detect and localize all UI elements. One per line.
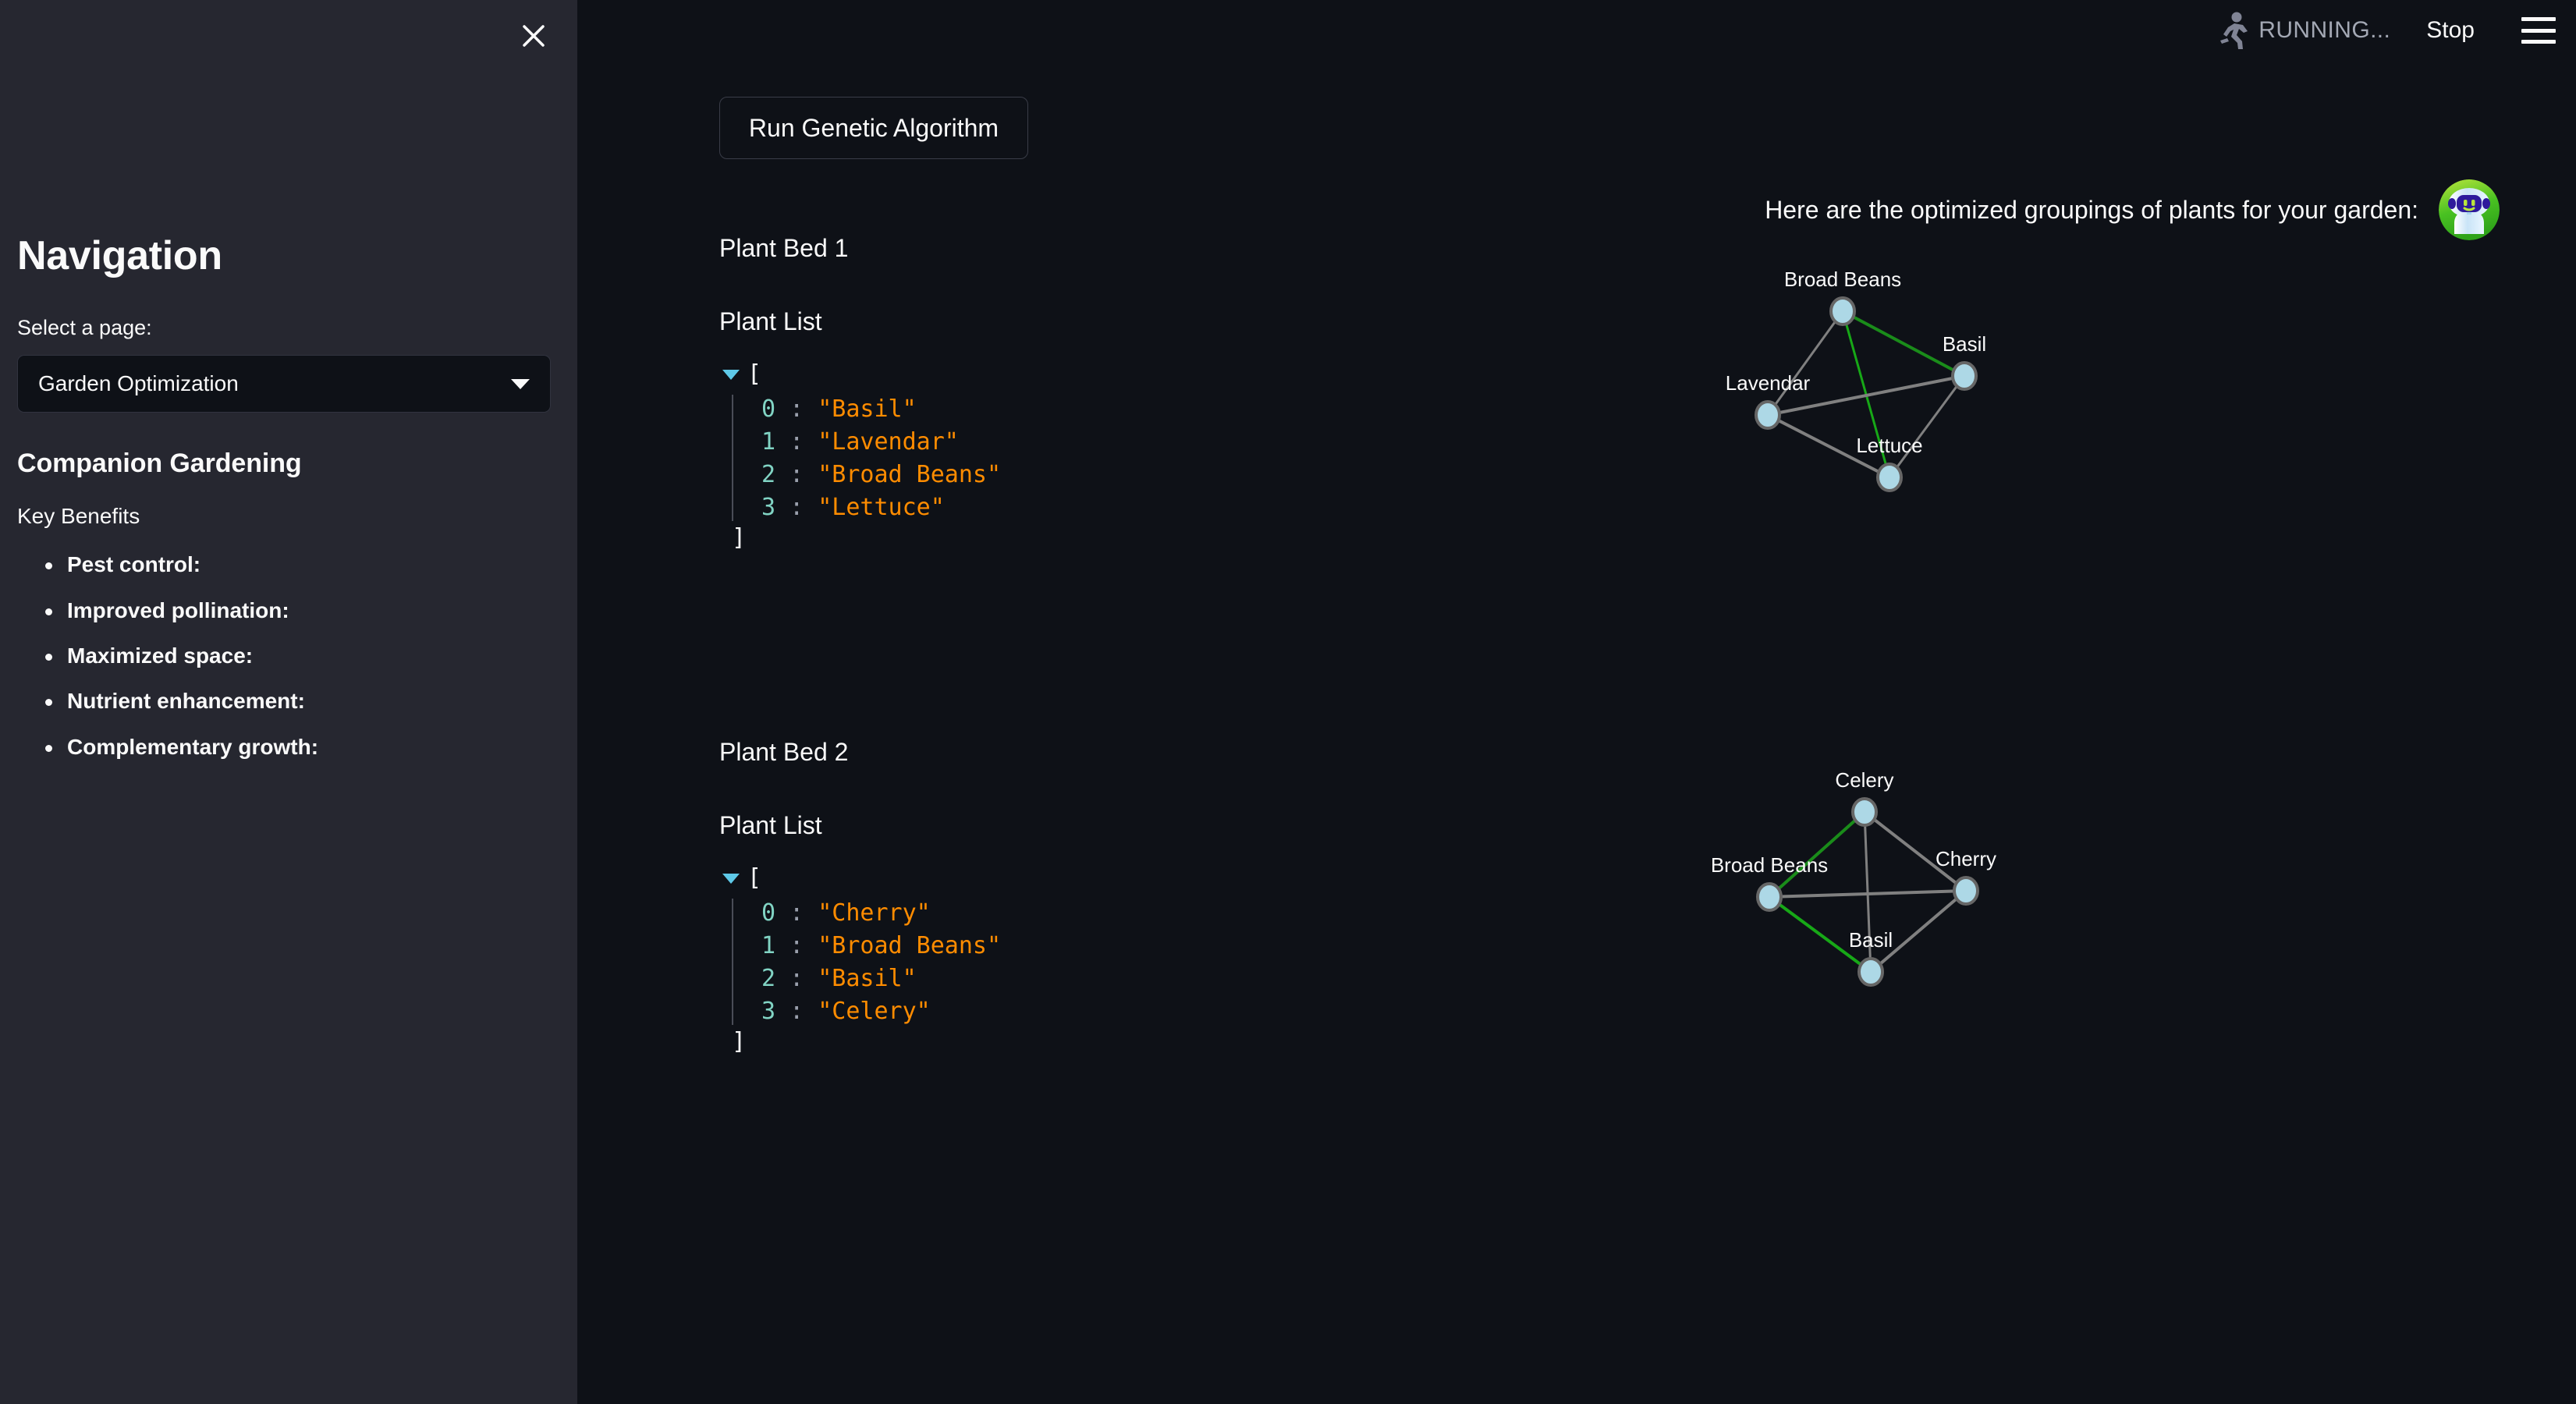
plant-bed-section: Plant Bed 1 Plant List[0 : "Basil" 1 : "La… [577, 234, 2576, 733]
json-root-row: [ [722, 360, 1001, 393]
plant-list-title: Plant List [719, 811, 822, 839]
graph-node-label: Lettuce [1856, 434, 1922, 457]
key-benefits-heading: Key Benefits [17, 504, 140, 529]
json-open-bracket: [ [747, 360, 762, 388]
json-colon: : [775, 395, 818, 423]
json-entry-value: "Basil" [818, 395, 917, 423]
graph-edge [1766, 310, 1844, 416]
json-entries: 0 : "Cherry" 1 : "Broad Beans" 2 : "Basil"… [732, 897, 1001, 1028]
json-entry-index: 3 [761, 998, 776, 1025]
benefit-item: Complementary growth: [17, 733, 560, 761]
graph-edge [1888, 375, 1966, 478]
main-content: Run Genetic Algorithm Here are the optim… [577, 0, 2576, 1404]
json-entry-value: "Broad Beans" [818, 932, 1002, 959]
json-entry-index: 0 [761, 899, 776, 927]
json-entry-row: 0 : "Basil" [761, 393, 1001, 426]
json-entry-value: "Broad Beans" [818, 461, 1002, 488]
json-entries: 0 : "Basil" 1 : "Lavendar" 2 : "Broad Bean… [732, 393, 1001, 524]
json-entry-index: 3 [761, 494, 776, 521]
graph-node-label: Basil [1849, 928, 1893, 952]
sidebar: Navigation Select a page: Garden Optimiz… [0, 0, 577, 1404]
json-colon: : [775, 899, 818, 927]
graph-node[interactable] [1756, 882, 1783, 912]
graph-node[interactable] [1829, 296, 1856, 326]
companion-gardening-heading: Companion Gardening [17, 448, 302, 479]
key-benefits-list: Pest control: Improved pollination: Maximi… [17, 551, 560, 761]
graph-node-label: Basil [1943, 332, 1986, 356]
json-close-bracket: ] [732, 1028, 747, 1055]
plant-bed-title: Plant Bed 1 [719, 234, 849, 262]
json-root-row: [ [722, 864, 1001, 897]
json-entry-value: "Cherry" [818, 899, 931, 927]
collapse-triangle-icon[interactable] [722, 874, 740, 884]
json-close-bracket: ] [732, 524, 747, 551]
run-genetic-algorithm-button[interactable]: Run Genetic Algorithm [719, 97, 1028, 159]
json-entry-value: "Lettuce" [818, 494, 945, 521]
page-select-value: Garden Optimization [38, 371, 239, 396]
json-entry-row: 2 : "Basil" [761, 963, 1001, 995]
graph-node[interactable] [1851, 797, 1878, 827]
json-entry-row: 3 : "Celery" [761, 995, 1001, 1028]
page-select-dropdown[interactable]: Garden Optimization [17, 355, 551, 413]
json-entry-row: 0 : "Cherry" [761, 897, 1001, 930]
json-colon: : [775, 998, 818, 1025]
page-title: Navigation [17, 233, 222, 278]
json-entry-row: 1 : "Lavendar" [761, 426, 1001, 459]
graph-node-label: Cherry [1936, 847, 1996, 870]
json-entry-index: 2 [761, 461, 776, 488]
graph-node-label: Broad Beans [1784, 268, 1901, 291]
collapse-triangle-icon[interactable] [722, 370, 740, 380]
json-entry-value: "Celery" [818, 998, 931, 1025]
graph-node-label: Lavendar [1726, 371, 1811, 395]
graph-node[interactable] [1951, 361, 1978, 391]
json-entry-value: "Lavendar" [818, 428, 959, 456]
plant-bed-title: Plant Bed 2 [719, 738, 849, 766]
benefit-item: Improved pollination: [17, 597, 560, 625]
json-viewer: [0 : "Cherry" 1 : "Broad Beans" 2 : "Basil… [722, 864, 1001, 1056]
benefit-item: Maximized space: [17, 642, 560, 670]
benefit-item: Pest control: [17, 551, 560, 579]
graph-node[interactable] [1953, 876, 1979, 906]
graph-node-label: Celery [1835, 768, 1893, 792]
graph-node-label: Broad Beans [1711, 853, 1828, 877]
graph-node[interactable] [1876, 463, 1903, 492]
json-entry-index: 2 [761, 965, 776, 992]
benefit-item: Nutrient enhancement: [17, 687, 560, 715]
json-colon: : [775, 965, 818, 992]
plant-list-title: Plant List [719, 307, 822, 335]
json-colon: : [775, 461, 818, 488]
robot-avatar [2439, 179, 2500, 240]
graph-node[interactable] [1857, 957, 1884, 987]
json-entry-row: 2 : "Broad Beans" [761, 459, 1001, 491]
json-entry-value: "Basil" [818, 965, 917, 992]
sidebar-content: Navigation Select a page: Garden Optimiz… [0, 233, 577, 778]
json-colon: : [775, 494, 818, 521]
json-entry-index: 1 [761, 428, 776, 456]
json-entry-row: 1 : "Broad Beans" [761, 930, 1001, 963]
plant-graph[interactable]: Celery Cherry Broad Beans Basil [1568, 734, 2052, 1069]
plant-graph[interactable]: Broad Beans Basil Lavendar Lettuce [1568, 220, 2052, 555]
chevron-down-icon [511, 378, 530, 389]
graph-node[interactable] [1755, 400, 1781, 430]
json-colon: : [775, 428, 818, 456]
json-colon: : [775, 932, 818, 959]
json-entry-index: 0 [761, 395, 776, 423]
close-sidebar-button[interactable] [512, 14, 555, 58]
json-entry-index: 1 [761, 932, 776, 959]
app-root: Navigation Select a page: Garden Optimiz… [0, 0, 2576, 1404]
json-entry-row: 3 : "Lettuce" [761, 491, 1001, 524]
json-viewer: [0 : "Basil" 1 : "Lavendar" 2 : "Broad Bea… [722, 360, 1001, 552]
close-icon [523, 25, 545, 47]
plant-bed-section: Plant Bed 2 Plant List[0 : "Cherry" 1 : "B… [577, 738, 2576, 1237]
select-page-label: Select a page: [17, 316, 152, 340]
json-open-bracket: [ [747, 864, 762, 892]
